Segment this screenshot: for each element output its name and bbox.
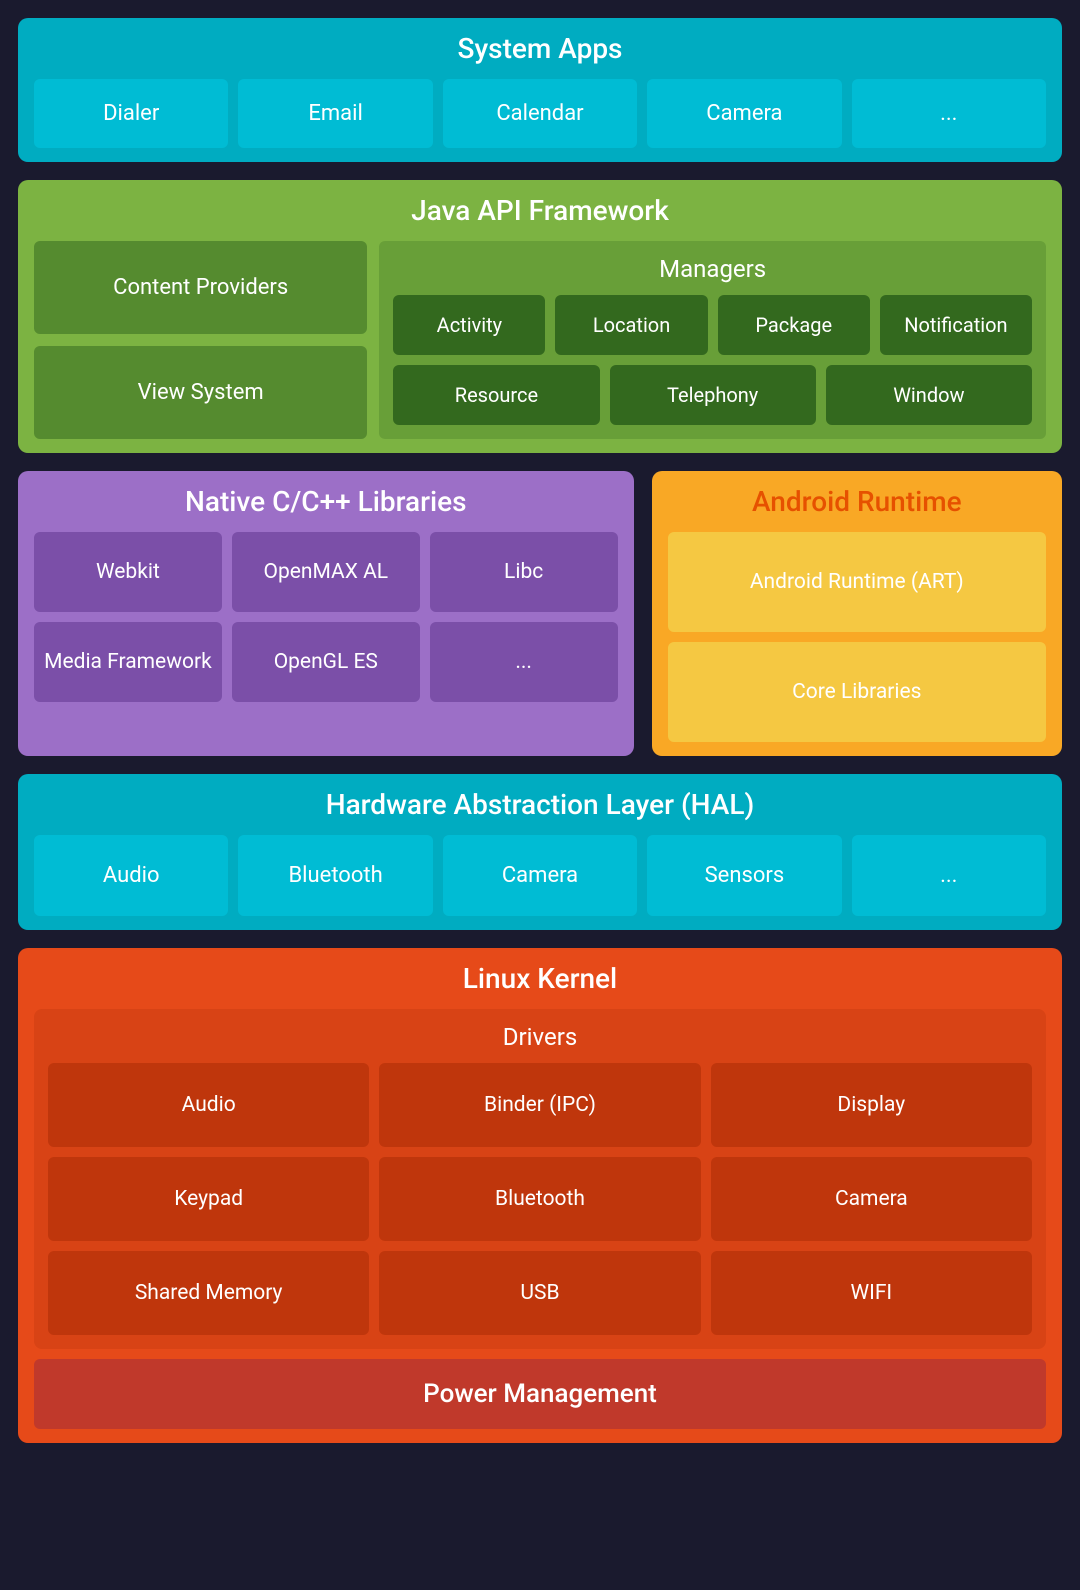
android-runtime-title: Android Runtime [668, 485, 1046, 518]
system-apps-grid: Dialer Email Calendar Camera ... [34, 79, 1046, 148]
hal-title: Hardware Abstraction Layer (HAL) [34, 788, 1046, 821]
system-apps-layer: System Apps Dialer Email Calendar Camera… [18, 18, 1062, 162]
driver-binder: Binder (IPC) [379, 1063, 700, 1147]
content-providers-tile: Content Providers [34, 241, 367, 334]
hal-grid: Audio Bluetooth Camera Sensors ... [34, 835, 1046, 916]
native-webkit: Webkit [34, 532, 222, 612]
managers-title: Managers [393, 255, 1032, 283]
manager-package: Package [718, 295, 870, 355]
runtime-core-libs: Core Libraries [668, 642, 1046, 742]
android-runtime-layer: Android Runtime Android Runtime (ART) Co… [652, 471, 1062, 756]
native-media-framework: Media Framework [34, 622, 222, 702]
driver-shared-memory: Shared Memory [48, 1251, 369, 1335]
app-camera: Camera [647, 79, 841, 148]
app-calendar: Calendar [443, 79, 637, 148]
hal-audio: Audio [34, 835, 228, 916]
manager-location: Location [555, 295, 707, 355]
managers-row2: Resource Telephony Window [393, 365, 1032, 425]
manager-window: Window [826, 365, 1032, 425]
hal-layer: Hardware Abstraction Layer (HAL) Audio B… [18, 774, 1062, 930]
managers-row1: Activity Location Package Notification [393, 295, 1032, 355]
native-libc: Libc [430, 532, 618, 612]
app-more: ... [852, 79, 1046, 148]
driver-audio: Audio [48, 1063, 369, 1147]
driver-bluetooth: Bluetooth [379, 1157, 700, 1241]
hal-more: ... [852, 835, 1046, 916]
native-grid-row2: Media Framework OpenGL ES ... [34, 622, 618, 702]
driver-usb: USB [379, 1251, 700, 1335]
native-grid-row1: Webkit OpenMAX AL Libc [34, 532, 618, 612]
hal-bluetooth: Bluetooth [238, 835, 432, 916]
app-dialer: Dialer [34, 79, 228, 148]
manager-notification: Notification [880, 295, 1032, 355]
drivers-row2: Keypad Bluetooth Camera [48, 1157, 1032, 1241]
manager-telephony: Telephony [610, 365, 816, 425]
java-api-title: Java API Framework [34, 194, 1046, 227]
runtime-grid: Android Runtime (ART) Core Libraries [668, 532, 1046, 742]
manager-resource: Resource [393, 365, 599, 425]
native-more: ... [430, 622, 618, 702]
java-left: Content Providers View System [34, 241, 367, 439]
driver-wifi: WIFI [711, 1251, 1032, 1335]
drivers-row1: Audio Binder (IPC) Display [48, 1063, 1032, 1147]
drivers-box: Drivers Audio Binder (IPC) Display Keypa… [34, 1009, 1046, 1349]
native-openmax: OpenMAX AL [232, 532, 420, 612]
power-management: Power Management [34, 1359, 1046, 1429]
driver-keypad: Keypad [48, 1157, 369, 1241]
linux-kernel-title: Linux Kernel [34, 962, 1046, 995]
native-runtime-row: Native C/C++ Libraries Webkit OpenMAX AL… [18, 471, 1062, 756]
managers-box: Managers Activity Location Package Notif… [379, 241, 1046, 439]
hal-camera: Camera [443, 835, 637, 916]
view-system-tile: View System [34, 346, 367, 439]
manager-activity: Activity [393, 295, 545, 355]
native-libs-title: Native C/C++ Libraries [34, 485, 618, 518]
system-apps-title: System Apps [34, 32, 1046, 65]
linux-kernel-layer: Linux Kernel Drivers Audio Binder (IPC) … [18, 948, 1062, 1443]
drivers-title: Drivers [48, 1023, 1032, 1051]
app-email: Email [238, 79, 432, 148]
runtime-art: Android Runtime (ART) [668, 532, 1046, 632]
native-libs-layer: Native C/C++ Libraries Webkit OpenMAX AL… [18, 471, 634, 756]
native-opengl: OpenGL ES [232, 622, 420, 702]
java-api-layer: Java API Framework Content Providers Vie… [18, 180, 1062, 453]
java-api-inner: Content Providers View System Managers A… [34, 241, 1046, 439]
driver-display: Display [711, 1063, 1032, 1147]
drivers-row3: Shared Memory USB WIFI [48, 1251, 1032, 1335]
driver-camera: Camera [711, 1157, 1032, 1241]
hal-sensors: Sensors [647, 835, 841, 916]
